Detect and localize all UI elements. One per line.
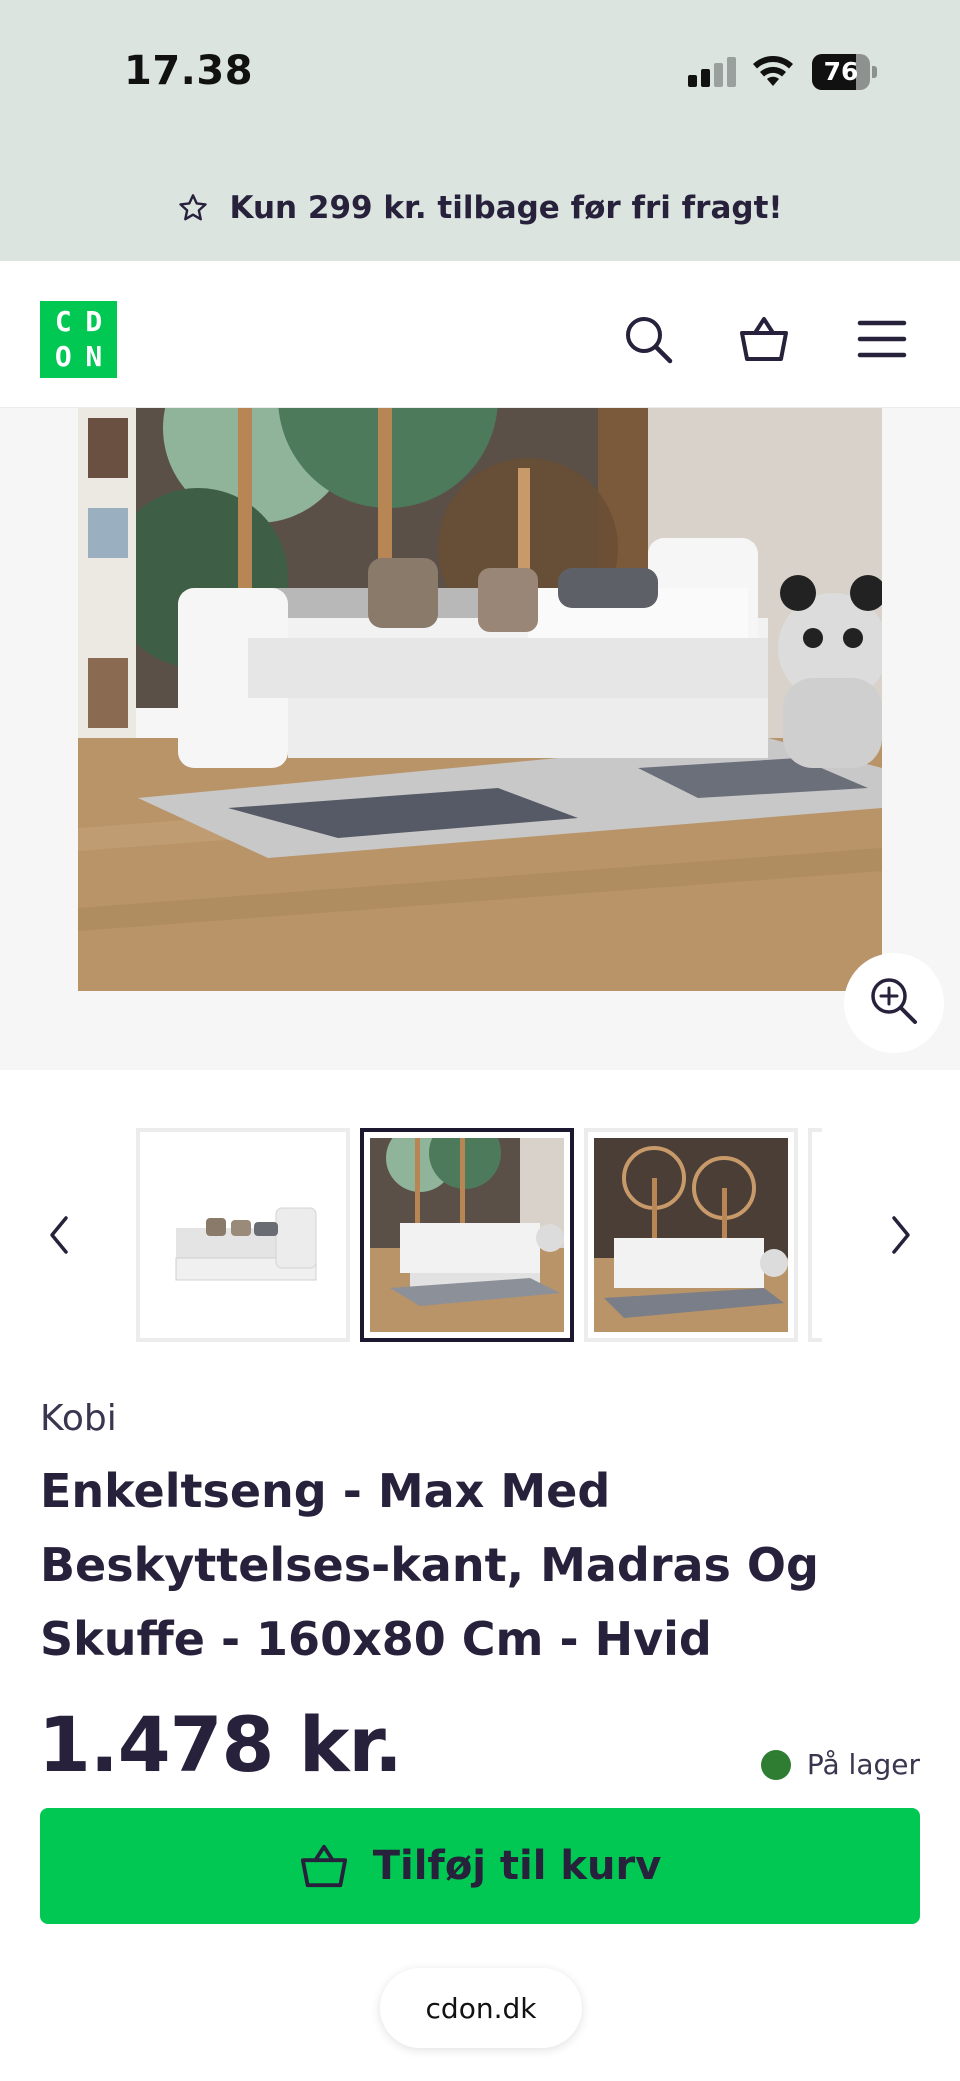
zoom-button[interactable]: [844, 953, 944, 1053]
top-area: 17.38 76 Kun 299 kr. tilbage før fri fra…: [0, 0, 960, 261]
cdon-logo[interactable]: C D O N: [40, 301, 117, 378]
thumbnail-2[interactable]: [360, 1128, 574, 1342]
star-outline-icon: [179, 194, 208, 221]
basket-icon: [300, 1844, 347, 1888]
thumbnail-3[interactable]: [584, 1128, 798, 1342]
menu-icon[interactable]: [856, 313, 908, 365]
thumbnail-1[interactable]: [136, 1128, 350, 1342]
zoom-in-icon: [871, 978, 917, 1024]
stock-dot-icon: [760, 1749, 791, 1780]
product-price: 1.478 kr.: [38, 1700, 403, 1789]
promo-text: Kun 299 kr. tilbage før fri fragt!: [229, 190, 783, 226]
add-to-cart-label: Tilføj til kurv: [372, 1843, 662, 1889]
logo-letter: D: [85, 305, 103, 338]
logo-letter: N: [85, 339, 103, 373]
url-text: cdon.dk: [425, 1991, 537, 2025]
chevron-left-icon[interactable]: [40, 1208, 80, 1262]
product-gallery: [0, 408, 960, 1070]
wifi-icon: [753, 56, 793, 86]
thumbnail-4[interactable]: [808, 1128, 822, 1342]
logo-letter: O: [54, 339, 72, 373]
stock-label: På lager: [806, 1748, 920, 1781]
search-icon[interactable]: [622, 313, 674, 365]
cellular-signal-icon: [688, 57, 738, 87]
stock-status: På lager: [760, 1748, 920, 1781]
add-to-cart-button[interactable]: Tilføj til kurv: [40, 1808, 920, 1924]
logo-letter: C: [54, 305, 72, 338]
chevron-right-icon[interactable]: [880, 1208, 920, 1262]
product-title: Enkeltseng - Max Med Beskyttelses-kant, …: [40, 1464, 819, 1666]
browser-url-bar[interactable]: cdon.dk: [380, 1968, 582, 2048]
free-shipping-banner[interactable]: Kun 299 kr. tilbage før fri fragt!: [0, 180, 960, 236]
site-header: C D O N: [0, 261, 960, 408]
basket-icon[interactable]: [738, 313, 790, 365]
battery-level: 76: [823, 57, 859, 86]
product-brand[interactable]: Kobi: [40, 1398, 117, 1439]
product-main-image[interactable]: [78, 408, 882, 991]
battery-indicator: 76: [812, 54, 877, 90]
thumbnail-carousel: [0, 1128, 960, 1342]
status-time: 17.38: [124, 48, 254, 94]
